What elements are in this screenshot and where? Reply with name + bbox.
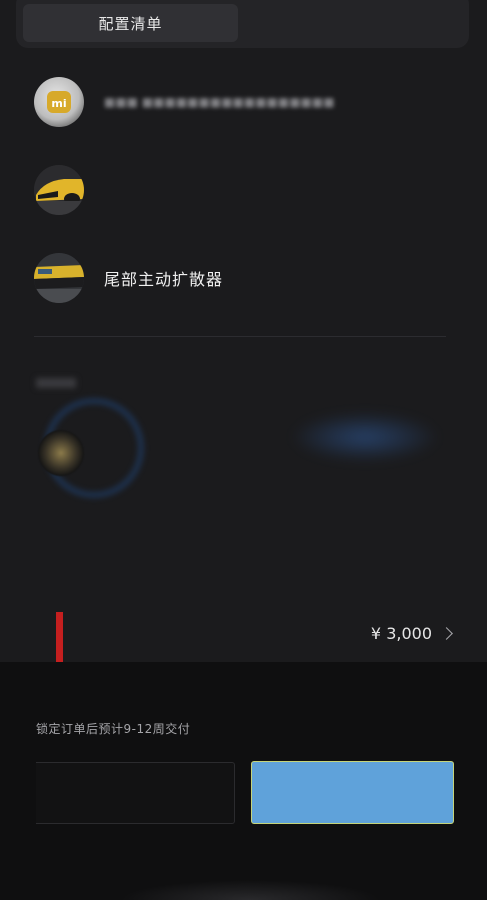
tab-config-list[interactable]: 配置清单 [23, 4, 238, 42]
primary-order-button[interactable] [251, 761, 454, 824]
list-item-mi[interactable]: mi ■■■ ■■■■■■■■■■■■■■■■■ [34, 76, 454, 128]
car-front-yellow-icon [34, 165, 84, 215]
wheel-icon[interactable] [38, 430, 84, 476]
blurred-item-label: ■■■ ■■■■■■■■■■■■■■■■■ [104, 95, 335, 109]
car-rear-diffuser-icon [34, 253, 84, 303]
svg-text:mi: mi [51, 97, 66, 110]
configuration-screen: 配置清单 mi ■■■ ■■■■■■■■■■■■■■■■■ 尾部主动扩散器 ¥ … [0, 0, 487, 900]
home-indicator-glow [120, 880, 380, 900]
secondary-button[interactable] [36, 762, 235, 824]
list-item-car-front[interactable] [34, 164, 454, 216]
blurred-wheel-text [290, 412, 440, 462]
price-row[interactable]: ¥ 3,000 [370, 624, 453, 643]
wheel-section [30, 372, 450, 512]
price-accent-bar [56, 612, 63, 662]
price-amount: ¥ 3,000 [370, 624, 432, 643]
delivery-estimate-text: 锁定订单后预计9-12周交付 [36, 722, 191, 736]
mi-logo-icon: mi [34, 77, 84, 127]
list-item-rear-diffuser[interactable]: 尾部主动扩散器 [34, 252, 454, 304]
section-divider [34, 336, 446, 337]
list-item-label: 尾部主动扩散器 [104, 270, 224, 289]
chevron-right-icon [440, 627, 453, 640]
